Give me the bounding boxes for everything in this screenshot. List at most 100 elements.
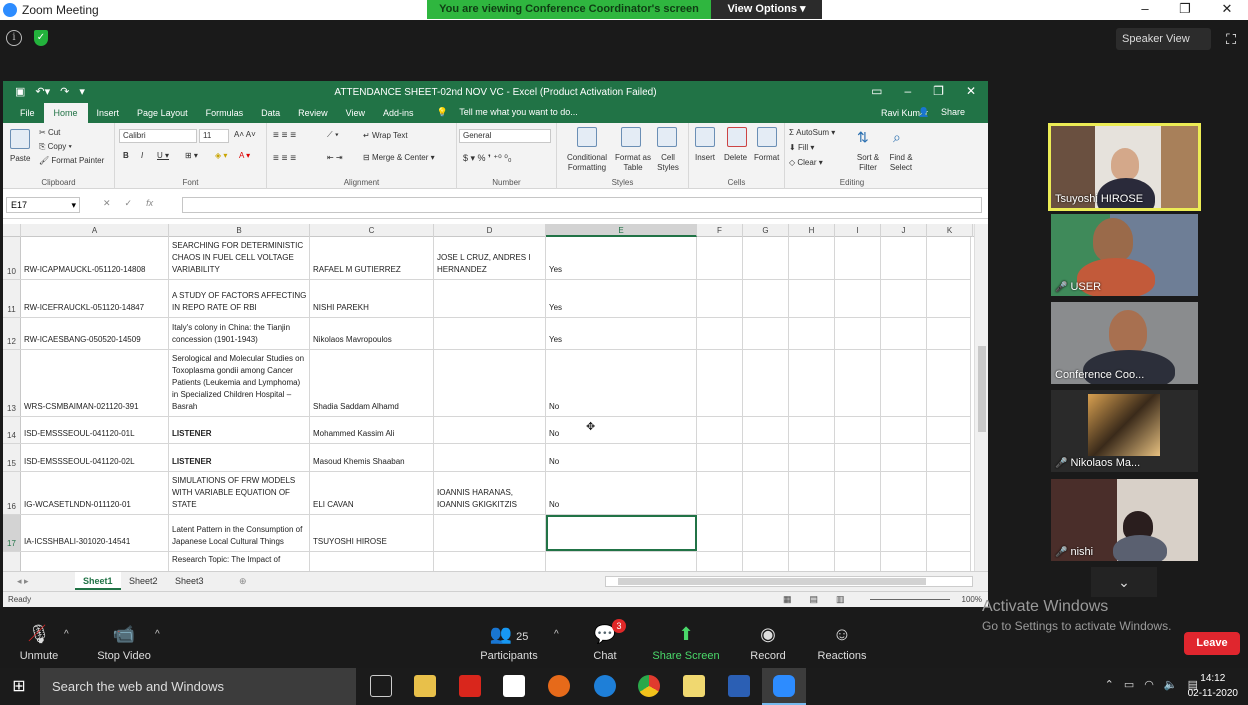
cell-h[interactable] [789, 444, 835, 471]
cell-e[interactable]: No [546, 444, 697, 471]
wrap-text-button[interactable]: ↵ Wrap Text [363, 131, 408, 140]
font-color-icon[interactable]: A ▾ [239, 151, 250, 160]
column-header[interactable]: K [927, 224, 973, 237]
cell-d[interactable] [434, 318, 546, 349]
cell-c[interactable]: NISHI PAREKH [310, 280, 434, 317]
battery-icon[interactable]: ▭ [1124, 678, 1134, 691]
cell-f[interactable] [697, 237, 743, 279]
share-button[interactable]: 👤 Share [918, 107, 974, 118]
cell-c[interactable]: RAFAEL M GUTIERREZ [310, 237, 434, 279]
indent-icon[interactable]: ⇤ ⇥ [327, 153, 343, 162]
select-all-corner[interactable] [3, 224, 21, 237]
excel-minimize-icon[interactable]: – [904, 84, 911, 98]
formula-input[interactable] [182, 197, 982, 213]
zoom-slider[interactable] [870, 599, 950, 600]
cell-j[interactable] [881, 280, 927, 317]
sheet-tab-3[interactable]: Sheet3 [167, 572, 212, 590]
cell-a[interactable]: IA-ICSSHBALI-301020-14541 [21, 515, 169, 551]
volume-icon[interactable]: 🔈 [1164, 678, 1178, 691]
row-number[interactable]: 17 [3, 515, 21, 551]
cell-a[interactable] [21, 552, 169, 571]
sort-filter-button[interactable]: Sort & Filter [853, 153, 883, 173]
cell-j[interactable] [881, 444, 927, 471]
tab-home[interactable]: Home [43, 103, 88, 123]
cell-h[interactable] [789, 350, 835, 416]
cell-g[interactable] [743, 552, 789, 571]
cell-d[interactable] [434, 515, 546, 551]
info-icon[interactable]: i [6, 30, 22, 46]
cell-g[interactable] [743, 444, 789, 471]
row-number[interactable]: 11 [3, 280, 21, 317]
cell-a[interactable]: ISD-EMSSSEOUL-041120-02L [21, 444, 169, 471]
cell-h[interactable] [789, 552, 835, 571]
cell-i[interactable] [835, 444, 881, 471]
cell-i[interactable] [835, 417, 881, 443]
cell-e[interactable]: No [546, 350, 697, 416]
cell-g[interactable] [743, 515, 789, 551]
fullscreen-icon[interactable]: ⛶ [1222, 31, 1240, 49]
zoom-taskbar-button[interactable] [762, 668, 806, 705]
cell-a[interactable]: WRS-CSMBAIMAN-021120-391 [21, 350, 169, 416]
cell-b[interactable]: LISTENER [169, 417, 310, 443]
cell-k[interactable] [927, 444, 971, 471]
find-select-button[interactable]: Find & Select [885, 153, 917, 173]
cell-k[interactable] [927, 417, 971, 443]
participant-tile[interactable]: Tsuyoshi HIROSE [1048, 123, 1201, 211]
cell-styles-button[interactable]: Cell Styles [653, 153, 683, 173]
taskbar-search[interactable]: Search the web and Windows [40, 668, 356, 705]
format-painter-button[interactable]: 🖌 Format Painter [39, 156, 104, 165]
close-icon[interactable]: ✕ [1212, 0, 1242, 18]
word-icon[interactable] [728, 675, 750, 697]
row-number[interactable]: 13 [3, 350, 21, 416]
cell-c[interactable]: Masoud Khemis Shaaban [310, 444, 434, 471]
number-format-select[interactable]: General [459, 129, 551, 143]
cell-a[interactable]: IG-WCASETLNDN-011120-01 [21, 472, 169, 514]
font-grow-icon[interactable]: A˄ A˅ [234, 130, 256, 139]
chrome-icon[interactable] [638, 675, 660, 697]
cell-k[interactable] [927, 280, 971, 317]
participants-options-icon[interactable]: ^ [554, 629, 559, 640]
tab-formulas[interactable]: Formulas [197, 108, 253, 123]
insert-function-icon[interactable]: fx [146, 198, 153, 209]
insert-cells-button[interactable]: Insert [695, 153, 715, 162]
tab-page-layout[interactable]: Page Layout [128, 108, 197, 123]
orientation-icon[interactable]: ⟋ ▾ [327, 130, 339, 140]
cell-a[interactable]: RW-ICEFRAUCKL-051120-14847 [21, 280, 169, 317]
cell-b[interactable]: Latent Pattern in the Consumption of Jap… [169, 515, 310, 551]
cell-c[interactable]: Nikolaos Mavropoulos [310, 318, 434, 349]
participant-tile[interactable]: 🎤 USER [1051, 214, 1198, 296]
column-header[interactable]: A [21, 224, 169, 237]
cell-d[interactable]: IOANNIS HARANAS, IOANNIS GKIGKITZIS [434, 472, 546, 514]
tray-expand-icon[interactable]: ⌃ [1105, 678, 1114, 691]
cell-g[interactable] [743, 350, 789, 416]
borders-icon[interactable]: ⊞ ▾ [185, 151, 198, 160]
cell-b[interactable]: A STUDY OF FACTORS AFFECTING IN REPO RAT… [169, 280, 310, 317]
cell-i[interactable] [835, 515, 881, 551]
paste-icon[interactable] [10, 129, 30, 149]
cell-d[interactable] [434, 280, 546, 317]
cell-j[interactable] [881, 237, 927, 279]
cell-f[interactable] [697, 444, 743, 471]
cell-e[interactable]: No [546, 417, 697, 443]
cell-f[interactable] [697, 472, 743, 514]
taskbar-clock[interactable]: 14:12 02-11-2020 [1188, 671, 1238, 701]
participant-tile[interactable]: 🎤 Nikolaos Ma... [1051, 390, 1198, 472]
cut-button[interactable]: ✂ Cut [39, 128, 60, 137]
tell-me-box[interactable]: 💡 Tell me what you want to do... [423, 107, 596, 123]
stop-video-button[interactable]: 📹 Stop Video [79, 622, 169, 662]
zoom-level[interactable]: 100% [962, 595, 982, 604]
cell-i[interactable] [835, 237, 881, 279]
page-layout-view-icon[interactable]: ▤ [810, 594, 819, 605]
view-options-button[interactable]: View Options ▾ [711, 0, 822, 19]
column-header[interactable]: I [835, 224, 881, 237]
cell-a[interactable]: ISD-EMSSSEOUL-041120-01L [21, 417, 169, 443]
excel-close-icon[interactable]: ✕ [966, 84, 976, 98]
cell-g[interactable] [743, 318, 789, 349]
tab-view[interactable]: View [337, 108, 374, 123]
cell-i[interactable] [835, 280, 881, 317]
cell-d[interactable]: JOSE L CRUZ, ANDRES I HERNANDEZ [434, 237, 546, 279]
ribbon-display-icon[interactable]: ▭ [871, 84, 882, 98]
merge-center-button[interactable]: ⊟ Merge & Center ▾ [363, 153, 435, 162]
cell-b[interactable]: Italy's colony in China: the Tianjin con… [169, 318, 310, 349]
cell-j[interactable] [881, 318, 927, 349]
